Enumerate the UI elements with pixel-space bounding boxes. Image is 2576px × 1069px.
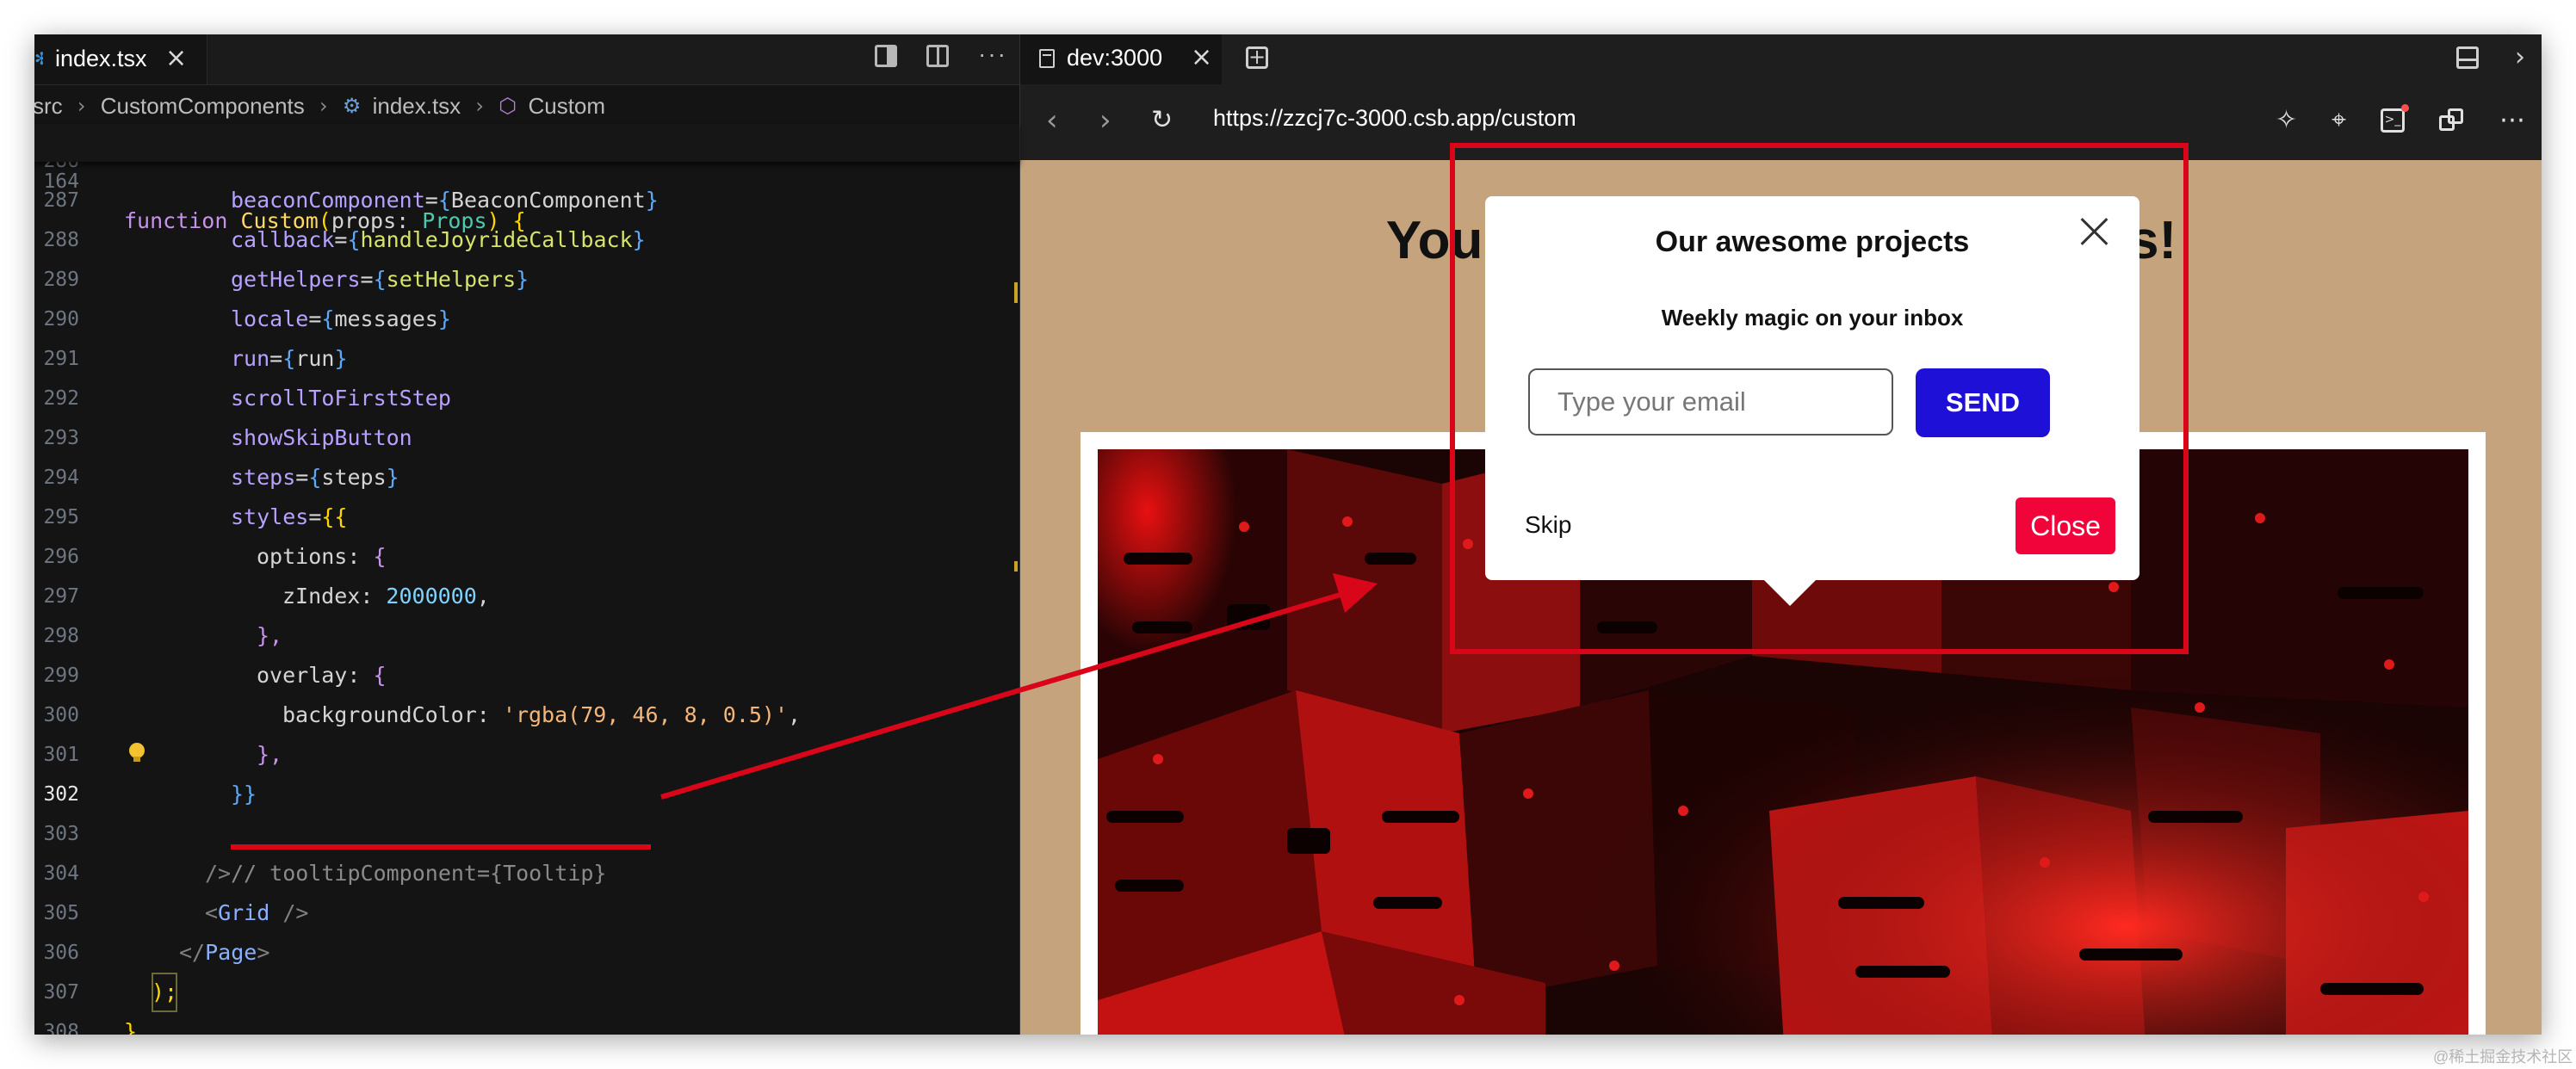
line-number: 164 [43, 170, 79, 193]
sticky-scroll-header[interactable]: 164 function Custom(props: Props) { [34, 124, 1019, 233]
watermark: @稀土掘金技术社区 [2433, 1048, 2573, 1066]
